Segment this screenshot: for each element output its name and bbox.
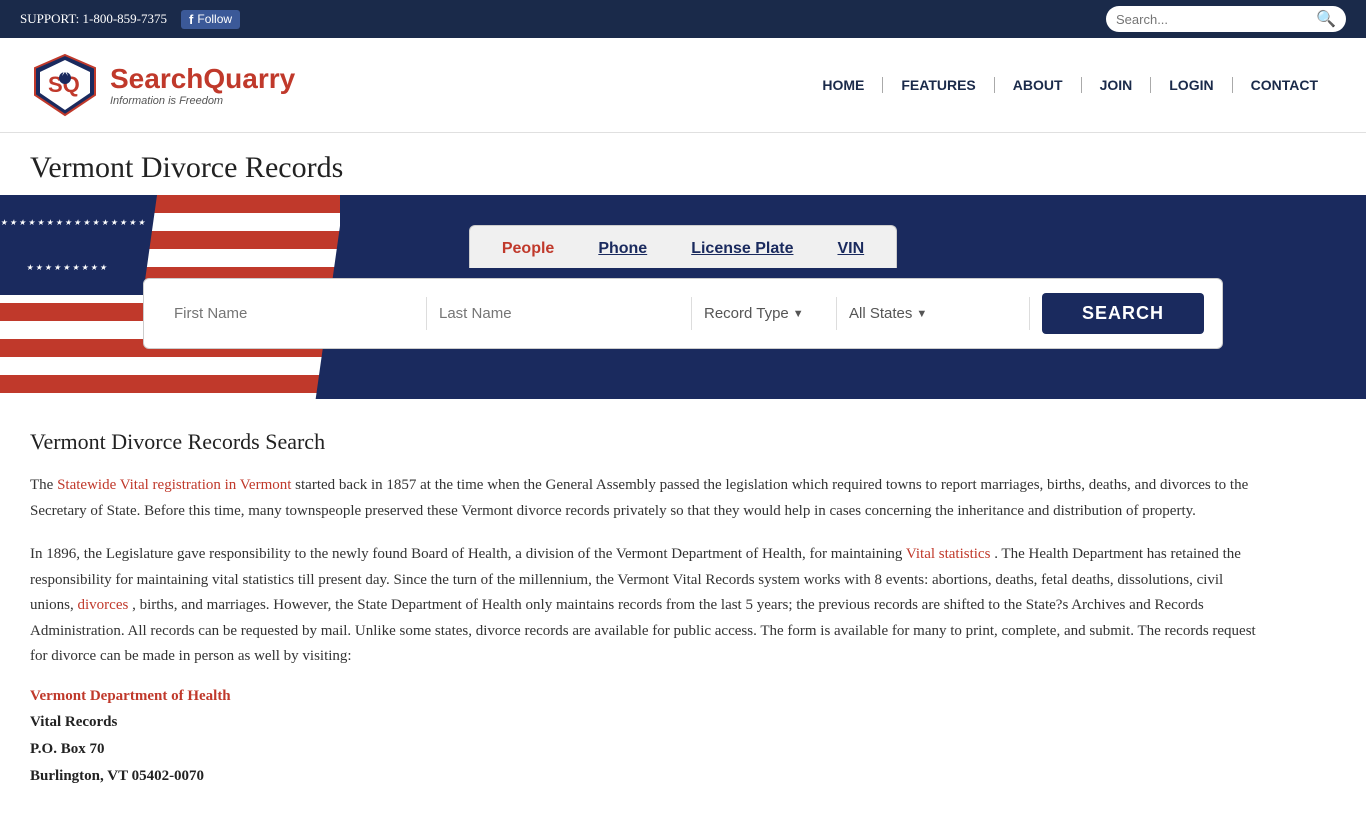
paragraph-2: In 1896, the Legislature gave responsibi… — [30, 542, 1270, 670]
first-name-input[interactable] — [162, 297, 427, 330]
paragraph-1: The Statewide Vital registration in Verm… — [30, 473, 1270, 524]
logo-tagline: Information is Freedom — [110, 95, 295, 107]
logo-brand: SearchQuarry — [110, 63, 295, 95]
logo-area: SQ SearchQuarry Information is Freedom — [30, 50, 295, 120]
top-search-bar[interactable]: 🔍 — [1106, 6, 1346, 32]
top-search-button[interactable]: 🔍 — [1316, 9, 1336, 29]
content-section: Vermont Divorce Records Search The State… — [0, 399, 1300, 830]
record-type-dropdown[interactable]: Record Type ▼ — [692, 297, 837, 330]
nav-features[interactable]: FEATURES — [883, 77, 994, 93]
support-text: SUPPORT: — [20, 11, 79, 26]
address-line1: Vital Records — [30, 709, 1270, 736]
nav-home[interactable]: HOME — [804, 77, 883, 93]
fb-follow-label: Follow — [197, 12, 232, 26]
fb-icon: f — [189, 12, 193, 27]
link-vital-registration[interactable]: Statewide Vital registration in Vermont — [57, 477, 291, 493]
link-divorces[interactable]: divorces — [78, 597, 129, 613]
logo-search: Search — [110, 63, 203, 94]
nav-login[interactable]: LOGIN — [1151, 77, 1232, 93]
tab-people[interactable]: People — [490, 234, 566, 268]
para2-end: , births, and marriages. However, the St… — [30, 597, 1256, 664]
page-title: Vermont Divorce Records — [30, 151, 1336, 185]
top-bar: SUPPORT: 1-800-859-7375 f Follow 🔍 — [0, 0, 1366, 38]
dept-name: Vermont Department of Health — [30, 688, 1270, 705]
para2-before: In 1896, the Legislature gave responsibi… — [30, 546, 906, 562]
tab-license-plate[interactable]: License Plate — [679, 234, 805, 268]
search-button[interactable]: SEARCH — [1042, 293, 1204, 334]
logo-text: SearchQuarry Information is Freedom — [110, 63, 295, 107]
flag-canton: ★★★★★ ★★★★★ ★★★★★ ★★★★★ ★★★★★ — [0, 195, 157, 295]
all-states-arrow-icon: ▼ — [916, 308, 935, 320]
nav-join[interactable]: JOIN — [1082, 77, 1152, 93]
hero-banner: ★★★★★ ★★★★★ ★★★★★ ★★★★★ ★★★★★ People Pho… — [0, 195, 1366, 399]
top-search-input[interactable] — [1116, 12, 1316, 27]
page-title-section: Vermont Divorce Records — [0, 133, 1366, 195]
address-block: Vital Records P.O. Box 70 Burlington, VT… — [30, 709, 1270, 790]
search-tabs: People Phone License Plate VIN — [469, 225, 897, 268]
fb-follow-button[interactable]: f Follow — [181, 10, 240, 29]
record-type-arrow-icon: ▼ — [793, 308, 812, 320]
support-phone: 1-800-859-7375 — [83, 11, 168, 26]
last-name-input[interactable] — [427, 297, 692, 330]
tab-vin[interactable]: VIN — [825, 234, 876, 268]
search-form: Record Type ▼ All States ▼ SEARCH — [143, 278, 1223, 349]
logo-shield-icon: SQ — [30, 50, 100, 120]
address-line2: P.O. Box 70 — [30, 736, 1270, 763]
content-title: Vermont Divorce Records Search — [30, 429, 1270, 455]
main-nav: HOME FEATURES ABOUT JOIN LOGIN CONTACT — [804, 77, 1336, 93]
search-tabs-container: People Phone License Plate VIN — [469, 225, 897, 268]
record-type-label: Record Type — [692, 297, 793, 330]
nav-contact[interactable]: CONTACT — [1233, 77, 1336, 93]
tab-phone[interactable]: Phone — [586, 234, 659, 268]
support-label: SUPPORT: 1-800-859-7375 — [20, 11, 167, 27]
link-vital-statistics[interactable]: Vital statistics — [906, 546, 991, 562]
all-states-label: All States — [837, 297, 916, 330]
logo-quarry: Quarry — [203, 63, 295, 94]
all-states-dropdown[interactable]: All States ▼ — [837, 297, 1030, 330]
header: SQ SearchQuarry Information is Freedom H… — [0, 38, 1366, 133]
nav-about[interactable]: ABOUT — [995, 77, 1082, 93]
address-line3: Burlington, VT 05402-0070 — [30, 763, 1270, 790]
top-bar-left: SUPPORT: 1-800-859-7375 f Follow — [20, 10, 240, 29]
